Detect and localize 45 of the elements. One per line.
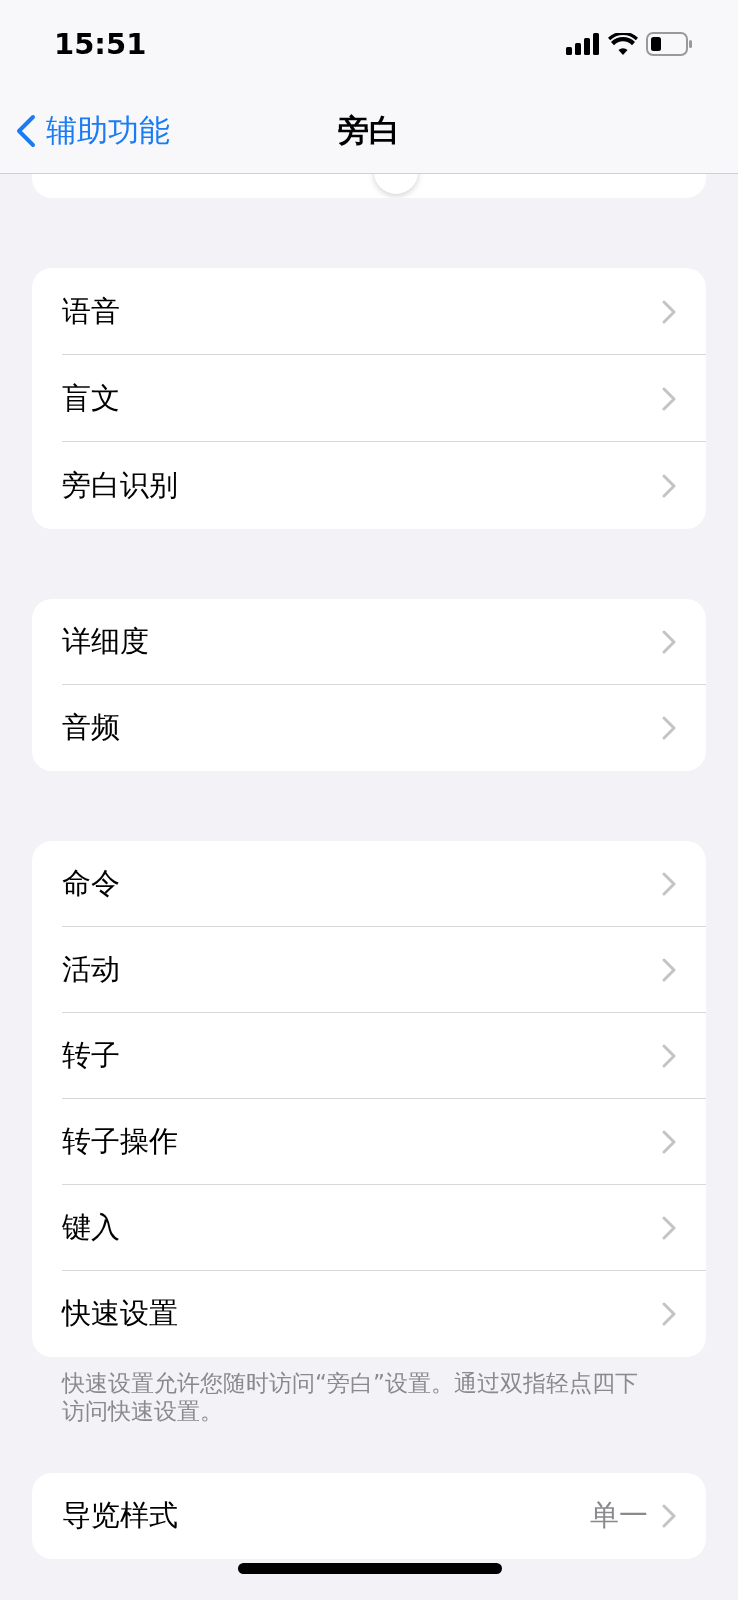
section-footer: 快速设置允许您随时访问“旁白”设置。通过双指轻点四下访问快速设置。	[32, 1369, 706, 1425]
settings-row[interactable]: 转子操作	[32, 1099, 706, 1185]
back-chevron-icon	[16, 113, 36, 148]
settings-row[interactable]: 盲文	[32, 355, 706, 442]
row-label: 快速设置	[62, 1295, 179, 1332]
chevron-icon	[662, 1216, 676, 1240]
battery-icon	[646, 32, 692, 56]
chevron-icon	[662, 299, 676, 324]
settings-row[interactable]: 键入	[32, 1185, 706, 1271]
settings-row[interactable]: 详细度	[32, 599, 706, 685]
status-time: 15:51	[54, 27, 147, 61]
settings-row[interactable]: 旁白识别	[32, 442, 706, 529]
settings-row[interactable]: 音频	[32, 685, 706, 771]
page-title: 旁白	[338, 110, 400, 150]
row-label: 导览样式	[62, 1497, 179, 1534]
settings-row[interactable]: 导览样式 单一	[32, 1473, 706, 1559]
settings-row[interactable]: 活动	[32, 927, 706, 1013]
settings-row[interactable]: 语音	[32, 268, 706, 355]
row-label: 键入	[62, 1209, 121, 1246]
row-label: 活动	[62, 951, 121, 988]
row-label: 音频	[62, 709, 121, 746]
row-value: 单一	[590, 1497, 648, 1534]
chevron-icon	[662, 630, 676, 654]
chevron-icon	[662, 958, 676, 982]
row-label: 盲文	[62, 379, 121, 417]
chevron-icon	[662, 1302, 676, 1326]
row-label: 转子	[62, 1037, 121, 1074]
chevron-icon	[662, 716, 676, 740]
chevron-icon	[662, 386, 676, 411]
chevron-icon	[662, 1504, 676, 1528]
row-label: 语音	[62, 292, 121, 330]
signal-icon	[566, 33, 600, 55]
row-label: 详细度	[62, 623, 150, 660]
settings-row[interactable]: 快速设置	[32, 1271, 706, 1357]
back-button[interactable]: 辅助功能	[16, 109, 170, 152]
chevron-icon	[662, 1044, 676, 1068]
chevron-icon	[662, 1130, 676, 1154]
chevron-icon	[662, 473, 676, 498]
settings-row[interactable]: 命令	[32, 841, 706, 927]
chevron-icon	[662, 872, 676, 896]
row-label: 转子操作	[62, 1123, 179, 1160]
wifi-icon	[608, 33, 638, 55]
row-label: 命令	[62, 865, 121, 902]
row-label: 旁白识别	[62, 466, 179, 504]
settings-row[interactable]: 转子	[32, 1013, 706, 1099]
